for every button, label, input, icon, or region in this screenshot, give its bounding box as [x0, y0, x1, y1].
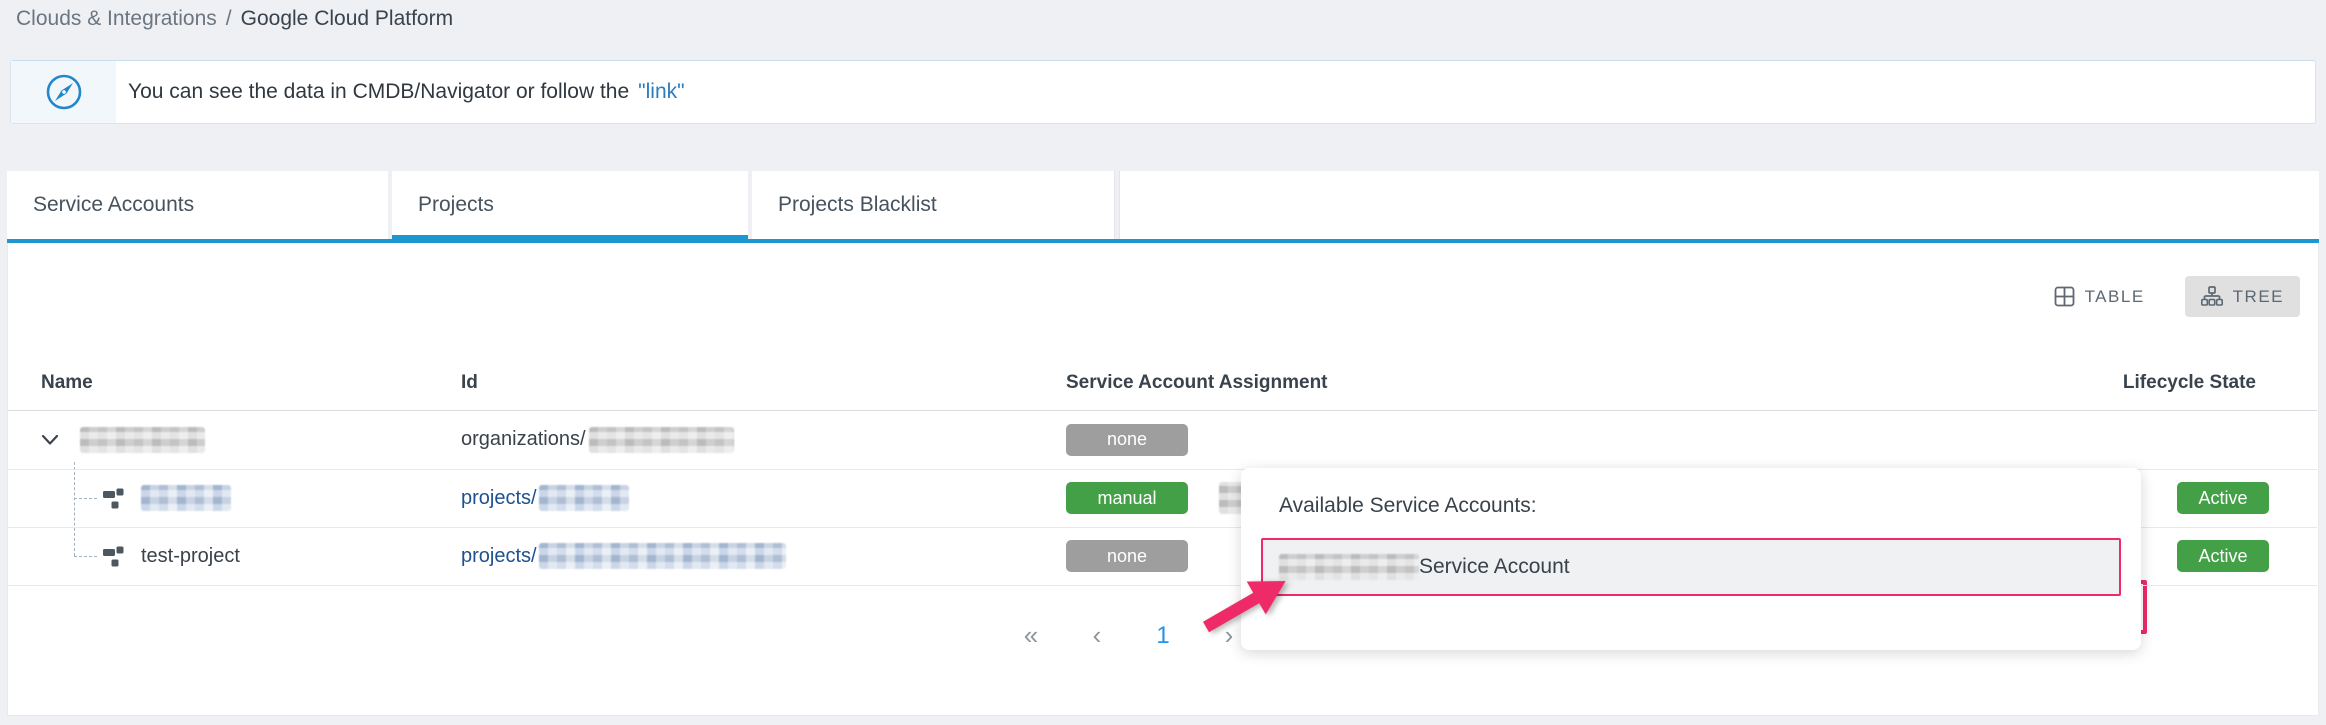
- lifecycle-cell: Active: [2177, 469, 2269, 527]
- redacted-organization-name: [80, 427, 205, 453]
- breadcrumb: Clouds & Integrations / Google Cloud Pla…: [16, 4, 453, 34]
- breadcrumb-separator: /: [226, 7, 232, 31]
- tab-service-accounts-label: Service Accounts: [33, 193, 194, 217]
- table-header-row: Name Id Service Account Assignment Lifec…: [8, 355, 2317, 411]
- column-header-id: Id: [461, 355, 478, 410]
- available-service-accounts-popup: Available Service Accounts: Service Acco…: [1241, 468, 2141, 650]
- project-id-link[interactable]: projects/: [461, 545, 537, 568]
- column-header-lifecycle: Lifecycle State: [2074, 355, 2256, 410]
- assignment-cell: none: [1066, 410, 1188, 469]
- table-row: organizations/ none ASSIGN: [8, 410, 2317, 470]
- tab-projects-blacklist-label: Projects Blacklist: [778, 193, 937, 217]
- tree-view-label: TREE: [2233, 287, 2284, 307]
- banner-link[interactable]: "link": [638, 80, 684, 104]
- redacted-project-name-link[interactable]: [141, 485, 231, 511]
- lifecycle-status-badge: Active: [2177, 482, 2269, 514]
- column-header-name: Name: [41, 355, 93, 410]
- info-banner: You can see the data in CMDB/Navigator o…: [10, 60, 2316, 124]
- projects-panel: TABLE TREE: [7, 243, 2319, 716]
- project-node-icon: [101, 485, 127, 511]
- tab-projects-blacklist[interactable]: Projects Blacklist: [752, 171, 1115, 239]
- lifecycle-status-badge: Active: [2177, 540, 2269, 572]
- chevron-down-icon[interactable]: [41, 434, 59, 446]
- id-cell: organizations/: [461, 410, 734, 469]
- project-node-icon: [101, 543, 127, 569]
- tab-projects-label: Projects: [418, 193, 494, 217]
- name-cell: test-project: [101, 527, 240, 585]
- project-id-link[interactable]: projects/: [461, 487, 537, 510]
- breadcrumb-clouds-integrations[interactable]: Clouds & Integrations: [16, 7, 217, 31]
- redacted-service-account-prefix: [1279, 554, 1419, 580]
- pagination-first-button[interactable]: «: [1016, 620, 1046, 651]
- banner-icon-panel: [11, 61, 116, 123]
- compass-icon: [42, 70, 86, 114]
- service-account-option-label: Service Account: [1419, 555, 1570, 579]
- redacted-project-id: [539, 543, 786, 569]
- breadcrumb-current-page: Google Cloud Platform: [241, 7, 453, 31]
- assignment-cell: none: [1066, 527, 1188, 585]
- table-view-label: TABLE: [2085, 287, 2145, 307]
- table-grid-icon: [2054, 286, 2075, 307]
- redacted-organization-id: [589, 427, 734, 453]
- service-account-option[interactable]: Service Account: [1261, 538, 2121, 596]
- view-toggle: TABLE TREE: [2038, 276, 2300, 317]
- tree-view-button[interactable]: TREE: [2185, 276, 2300, 317]
- project-name: test-project: [141, 545, 240, 568]
- assignment-status-badge: manual: [1066, 482, 1188, 514]
- redacted-project-id: [539, 485, 629, 511]
- id-cell: projects/: [461, 469, 629, 527]
- column-header-assignment: Service Account Assignment: [1066, 355, 1328, 410]
- assignment-cell: manual: [1066, 469, 1252, 527]
- name-cell: [41, 410, 205, 469]
- name-cell: [101, 469, 231, 527]
- pagination-previous-button[interactable]: ‹: [1082, 620, 1112, 651]
- tab-strip: Service Accounts Projects Projects Black…: [7, 171, 2319, 243]
- banner-message: You can see the data in CMDB/Navigator o…: [128, 80, 629, 104]
- table-view-button[interactable]: TABLE: [2038, 276, 2161, 317]
- popup-title: Available Service Accounts:: [1279, 494, 1537, 518]
- organization-id-prefix: organizations/: [461, 428, 586, 451]
- lifecycle-cell: Active: [2177, 527, 2269, 585]
- assignment-status-badge: none: [1066, 424, 1188, 456]
- tab-strip-filler: [1119, 171, 2319, 239]
- pagination-current-page[interactable]: 1: [1148, 622, 1178, 650]
- tree-sitemap-icon: [2201, 286, 2223, 307]
- assignment-status-badge: none: [1066, 540, 1188, 572]
- tab-service-accounts[interactable]: Service Accounts: [7, 171, 388, 239]
- tab-projects[interactable]: Projects: [392, 171, 748, 239]
- gcp-integration-page: Clouds & Integrations / Google Cloud Pla…: [0, 0, 2326, 725]
- id-cell: projects/: [461, 527, 786, 585]
